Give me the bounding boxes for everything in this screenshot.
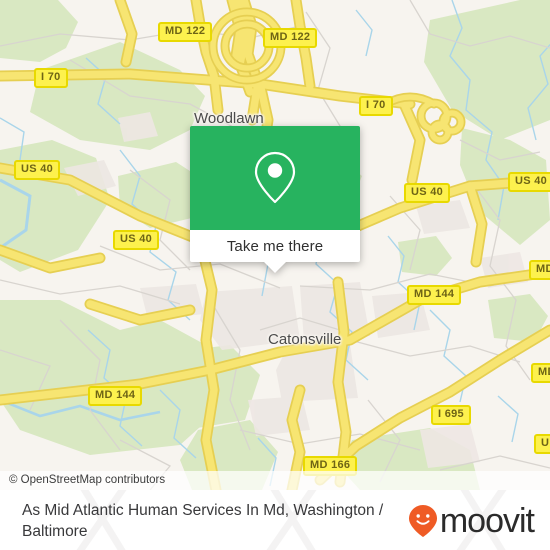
road-shield-md-122-b: MD 122 (263, 28, 318, 48)
callout-image-area (190, 126, 360, 230)
moovit-wordmark: moovit (439, 502, 535, 540)
road-shield-md-122-a: MD 122 (158, 22, 213, 42)
road-shield-md-144-a: MD 144 (407, 285, 462, 305)
moovit-pin-icon (408, 504, 438, 538)
road-shield-md-edge-a: MD (529, 260, 550, 280)
take-me-there-button[interactable]: Take me there (190, 230, 360, 273)
road-shield-md-edge-b: MD (531, 363, 550, 383)
place-label-catonsville: Catonsville (268, 331, 342, 348)
road-shield-us-40-a: US 40 (14, 160, 61, 180)
take-me-there-label: Take me there (226, 237, 324, 255)
road-shield-us-40-b: US 40 (404, 183, 451, 203)
page-footer: As Mid Atlantic Human Services In Md, Wa… (0, 490, 550, 550)
place-title: As Mid Atlantic Human Services In Md, Wa… (22, 502, 384, 540)
road-shield-us-40-d: US 40 (113, 230, 160, 250)
road-shield-md-144-b: MD 144 (88, 386, 143, 406)
map-attribution[interactable]: © OpenStreetMap contributors (0, 471, 550, 490)
road-shield-i-70-a: I 70 (34, 68, 68, 88)
map-callout-card[interactable]: Take me there (190, 126, 360, 273)
road-shield-us-edge: U (534, 434, 550, 454)
callout-tail (264, 262, 286, 273)
place-label-woodlawn: Woodlawn (194, 110, 264, 127)
road-shield-i-70-b: I 70 (359, 96, 393, 116)
road-shield-i-695: I 695 (431, 405, 471, 425)
moovit-logo[interactable]: moovit (408, 502, 535, 540)
road-shield-us-40-c: US 40 (508, 172, 550, 192)
map-pin-icon (253, 150, 297, 206)
moovit-map-page: Woodlawn Catonsville MD 122 MD 122 I 70 … (0, 0, 550, 550)
